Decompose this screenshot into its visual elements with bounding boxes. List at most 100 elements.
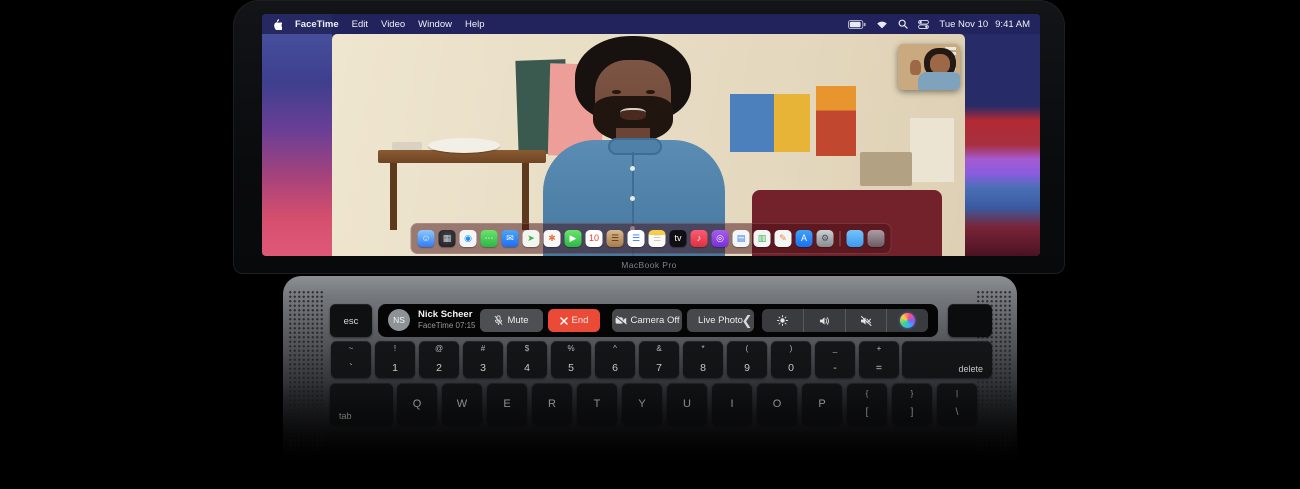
dock-icon-system-preferences[interactable]: ⚙ bbox=[817, 230, 834, 247]
mute-label: Mute bbox=[507, 315, 528, 326]
key[interactable]: W bbox=[442, 383, 482, 425]
dock-icon-podcasts[interactable]: ◎ bbox=[712, 230, 729, 247]
dock-icon-downloads-folder[interactable] bbox=[847, 230, 864, 247]
dock-icon-keynote[interactable]: ▤ bbox=[733, 230, 750, 247]
x-icon bbox=[560, 317, 568, 325]
shirt-button bbox=[630, 196, 635, 201]
key[interactable]: I bbox=[712, 383, 752, 425]
tab-key[interactable]: tab bbox=[330, 383, 393, 425]
speaker-grille-left bbox=[288, 290, 324, 450]
paint-tubes bbox=[392, 142, 422, 150]
key[interactable]: { [ bbox=[847, 383, 887, 425]
key[interactable]: O bbox=[757, 383, 797, 425]
key[interactable]: ( 9 bbox=[727, 341, 767, 378]
dock-icon-music[interactable]: ♪ bbox=[691, 230, 708, 247]
number-row: ~ ` ! 1 @ 2 # 3 $ 4 % 5 ^ 6 & 7 bbox=[331, 341, 899, 378]
white-canvas bbox=[910, 118, 954, 182]
key[interactable]: ~ ` bbox=[331, 341, 371, 378]
key[interactable]: U bbox=[667, 383, 707, 425]
dock-icon-contacts[interactable]: ☰ bbox=[607, 230, 624, 247]
storage-boxes bbox=[860, 152, 912, 186]
paint-palette bbox=[428, 138, 500, 153]
call-status: FaceTime 07:15 bbox=[418, 321, 476, 330]
menu-bar-status-area: Tue Nov 10 9:41 AM bbox=[848, 19, 1030, 30]
key[interactable]: R bbox=[532, 383, 572, 425]
apple-menu-icon[interactable] bbox=[272, 18, 282, 30]
key[interactable]: ^ 6 bbox=[595, 341, 635, 378]
dock-icon-messages[interactable]: ⋯ bbox=[481, 230, 498, 247]
key[interactable]: T bbox=[577, 383, 617, 425]
menu-item[interactable]: Window bbox=[418, 19, 452, 30]
touch-id-key[interactable] bbox=[948, 304, 992, 337]
camera-off-label: Camera Off bbox=[631, 315, 680, 326]
pip-self-view[interactable] bbox=[898, 44, 960, 90]
menu-app-name[interactable]: FaceTime bbox=[295, 19, 339, 30]
key[interactable]: Q bbox=[397, 383, 437, 425]
menu-item[interactable]: Edit bbox=[352, 19, 368, 30]
key[interactable]: * 8 bbox=[683, 341, 723, 378]
dock-icon-mail[interactable]: ✉ bbox=[502, 230, 519, 247]
delete-key[interactable]: delete bbox=[902, 341, 992, 378]
dock-icon-tv[interactable]: tv bbox=[670, 230, 687, 247]
menu-item[interactable]: Video bbox=[381, 19, 405, 30]
key[interactable]: _ - bbox=[815, 341, 855, 378]
dock-icon-facetime[interactable]: ▶ bbox=[565, 230, 582, 247]
end-label: End bbox=[572, 315, 589, 326]
dock-icon-notes[interactable]: ☰ bbox=[649, 230, 666, 247]
wifi-icon[interactable] bbox=[876, 20, 888, 29]
key[interactable]: % 5 bbox=[551, 341, 591, 378]
speaker-icon bbox=[819, 316, 830, 326]
dock-icon-numbers[interactable]: ▥ bbox=[754, 230, 771, 247]
pip-woman-shirt bbox=[918, 72, 960, 90]
control-strip-expand-chevron[interactable]: ❮ bbox=[734, 309, 760, 332]
dock-icon-maps[interactable]: ➤ bbox=[523, 230, 540, 247]
menu-item[interactable]: Help bbox=[465, 19, 485, 30]
dock-icon-pages[interactable]: ✎ bbox=[775, 230, 792, 247]
painting-blue-yellow bbox=[730, 94, 810, 152]
volume-button[interactable] bbox=[803, 309, 845, 332]
siri-icon bbox=[900, 313, 915, 328]
spotlight-search-icon[interactable] bbox=[898, 19, 908, 29]
key[interactable]: | \ bbox=[937, 383, 977, 425]
key[interactable]: # 3 bbox=[463, 341, 503, 378]
key[interactable]: + = bbox=[859, 341, 899, 378]
pip-woman-hand bbox=[910, 60, 921, 75]
key[interactable]: E bbox=[487, 383, 527, 425]
dock-divider bbox=[840, 231, 841, 246]
dock-icon-trash[interactable] bbox=[868, 230, 885, 247]
dock-icon-appstore[interactable]: A bbox=[796, 230, 813, 247]
brightness-button[interactable] bbox=[762, 309, 803, 332]
key[interactable]: & 7 bbox=[639, 341, 679, 378]
mute-volume-button[interactable] bbox=[845, 309, 887, 332]
camera-off-button[interactable]: Camera Off bbox=[612, 309, 682, 332]
siri-button[interactable] bbox=[886, 309, 928, 332]
dock-icon-reminders[interactable]: ☰ bbox=[628, 230, 645, 247]
keyboard-deck: esc NS Nick Scheer FaceTime 07:15 Mute E… bbox=[283, 276, 1017, 489]
control-center-icon[interactable] bbox=[918, 20, 929, 29]
dock-icon-launchpad[interactable]: ▦ bbox=[439, 230, 456, 247]
key[interactable]: @ 2 bbox=[419, 341, 459, 378]
key[interactable]: $ 4 bbox=[507, 341, 547, 378]
pip-woman-face bbox=[930, 54, 950, 74]
key[interactable]: Y bbox=[622, 383, 662, 425]
control-strip bbox=[762, 309, 928, 332]
dock-icon-safari[interactable]: ◉ bbox=[460, 230, 477, 247]
mute-button[interactable]: Mute bbox=[480, 309, 543, 332]
esc-key[interactable]: esc bbox=[330, 304, 372, 337]
key[interactable]: P bbox=[802, 383, 842, 425]
dock-icon-photos[interactable]: ✱ bbox=[544, 230, 561, 247]
menu-bar-date: Tue Nov 10 bbox=[939, 19, 988, 30]
menu-bar-clock[interactable]: Tue Nov 10 9:41 AM bbox=[939, 19, 1030, 30]
desktop-wallpaper-right bbox=[960, 14, 1040, 256]
menu-bar-time: 9:41 AM bbox=[995, 19, 1030, 30]
dock-icon-finder[interactable]: ☺ bbox=[418, 230, 435, 247]
brightness-icon bbox=[777, 315, 788, 326]
key[interactable]: ) 0 bbox=[771, 341, 811, 378]
man-mouth bbox=[620, 108, 646, 120]
key[interactable]: ! 1 bbox=[375, 341, 415, 378]
key[interactable]: } ] bbox=[892, 383, 932, 425]
battery-icon[interactable] bbox=[848, 20, 866, 29]
dock-icon-calendar[interactable]: 10 bbox=[586, 230, 603, 247]
end-call-button[interactable]: End bbox=[548, 309, 600, 332]
macbook-lid: FaceTime Edit Video Window Help bbox=[233, 0, 1065, 274]
